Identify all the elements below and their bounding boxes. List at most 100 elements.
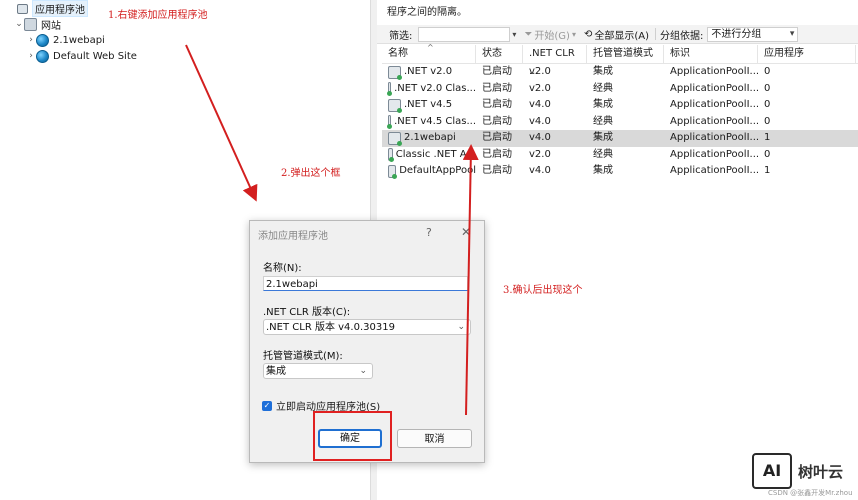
filter-dropdown-icon[interactable]: ▾ — [512, 30, 516, 39]
funnel-icon: ⏷ — [524, 28, 533, 40]
table-row[interactable]: Classic .NET A... 已启动 v2.0 经典 ApplicationPoo… — [382, 147, 858, 164]
show-all-icon: ⟲ — [583, 28, 593, 40]
app-pool-icon — [387, 115, 393, 130]
cell-text: DefaultAppPool — [399, 165, 476, 176]
tree-item-app-pools[interactable]: 应用程序池 — [16, 0, 88, 17]
table-row[interactable]: .NET v4.5 已启动 v4.0 集成 ApplicationPoolI... 0 — [382, 97, 858, 114]
cell-text: 1 — [764, 165, 771, 176]
cell-status: 已启动 — [476, 81, 523, 98]
tree-item-default-web-site[interactable]: › Default Web Site — [26, 48, 137, 64]
cell-text: v4.0 — [529, 132, 551, 143]
globe-icon — [36, 33, 49, 47]
app-pool-icon — [388, 164, 398, 179]
cell-text: 已启动 — [482, 99, 512, 110]
pipeline-mode-select[interactable]: 集成 ⌄ — [263, 363, 373, 379]
cell-identity: ApplicationPoolI... — [664, 81, 758, 98]
close-icon[interactable]: ✕ — [461, 225, 471, 239]
cell-status: 已启动 — [476, 114, 523, 131]
table-header: ^ 名称 状态 .NET CLR ... 托管管道模式 标识 应用程序 — [382, 43, 858, 77]
cell-apps: 0 — [758, 81, 856, 98]
cell-text: ApplicationPoolI... — [670, 115, 758, 127]
sort-caret-icon: ^ — [427, 43, 434, 52]
cell-clr: v2.0 — [523, 81, 587, 98]
cell-text: v2.0 — [529, 82, 551, 94]
column-header-pipeline[interactable]: 托管管道模式 — [587, 45, 664, 63]
start-filter-button[interactable]: ⏷ 开始(G) ▾ — [524, 27, 576, 42]
app-pool-icon — [388, 131, 402, 146]
name-input[interactable]: 2.1webapi — [263, 276, 468, 291]
cell-name: .NET v4.5 Clas... — [382, 114, 476, 131]
tree-item-site-2-1webapi[interactable]: › 2.1webapi — [26, 32, 105, 48]
cell-text: 集成 — [593, 66, 613, 77]
group-by-label: 分组依据: — [660, 30, 704, 42]
chevron-down-icon: ⌄ — [359, 366, 367, 376]
cell-text: .NET v2.0 Clas... — [394, 82, 476, 94]
table-row[interactable]: .NET v2.0 Clas... 已启动 v2.0 经典 ApplicationPoo… — [382, 81, 858, 98]
checkmark-icon: ✓ — [262, 400, 272, 411]
cell-identity: ApplicationPoolI... — [664, 147, 758, 164]
annotation-step1: 1.右键添加应用程序池 — [108, 10, 208, 21]
column-header-clr[interactable]: .NET CLR ... — [523, 45, 587, 77]
tree-item-label: 应用程序池 — [32, 0, 88, 17]
cell-clr: v4.0 — [523, 97, 587, 114]
column-header-status[interactable]: 状态 — [476, 45, 523, 63]
table-row[interactable]: .NET v2.0 已启动 v2.0 集成 ApplicationPoolI... 0 — [382, 64, 858, 81]
group-by-select[interactable]: 不进行分组 — [707, 26, 799, 42]
table-row[interactable]: .NET v4.5 Clas... 已启动 v4.0 经典 ApplicationPoo… — [382, 114, 858, 131]
cell-clr: v2.0 — [523, 147, 587, 164]
chevron-right-icon[interactable]: › — [26, 51, 36, 61]
cell-text: v4.0 — [529, 115, 551, 127]
cell-mode: 集成 — [587, 97, 664, 114]
cell-clr: v4.0 — [523, 114, 587, 131]
column-header-name[interactable]: ^ 名称 — [382, 43, 476, 63]
cell-text: 已启动 — [482, 115, 512, 127]
cell-text: 1 — [764, 132, 771, 143]
globe-icon — [36, 49, 49, 63]
sites-icon — [24, 17, 37, 31]
cell-apps: 0 — [758, 64, 856, 81]
cell-text: ApplicationPoolI... — [670, 132, 758, 143]
column-header-identity[interactable]: 标识 — [664, 45, 758, 63]
watermark-credit: CSDN @张鑫开发Mr.zhou — [768, 489, 853, 497]
tree-item-label: 网站 — [41, 20, 61, 32]
name-label: 名称(N): — [263, 263, 302, 274]
tree-item-label: 2.1webapi — [53, 34, 105, 46]
cell-text: v4.0 — [529, 165, 551, 176]
chevron-right-icon[interactable]: › — [26, 35, 36, 45]
cell-text: .NET v2.0 — [404, 66, 453, 77]
clr-version-select[interactable]: .NET CLR 版本 v4.0.30319 ⌄ — [263, 319, 471, 335]
table-row[interactable]: 2.1webapi 已启动 v4.0 集成 ApplicationPoolI... 1 — [382, 130, 858, 147]
cell-clr: v4.0 — [523, 130, 587, 147]
cell-mode: 经典 — [587, 147, 664, 164]
cell-text: ApplicationPoolI... — [670, 99, 758, 110]
clr-version-value: .NET CLR 版本 v4.0.30319 — [266, 322, 395, 333]
help-icon[interactable]: ? — [426, 226, 432, 239]
cell-identity: ApplicationPoolI... — [664, 64, 758, 81]
pipeline-mode-value: 集成 — [266, 366, 286, 377]
cell-status: 已启动 — [476, 163, 523, 180]
cell-text: 0 — [764, 82, 771, 94]
ok-highlight-box — [313, 411, 392, 461]
show-all-button[interactable]: ⟲ 全部显示(A) — [584, 27, 649, 42]
chevron-down-icon[interactable]: ⌄ — [14, 19, 24, 29]
cell-apps: 0 — [758, 97, 856, 114]
cell-text: 集成 — [593, 132, 613, 143]
brand-logo: AI — [752, 453, 792, 489]
tree-item-sites[interactable]: ⌄ 网站 — [14, 16, 61, 32]
app-pool-icon — [388, 98, 402, 113]
cell-identity: ApplicationPoolI... — [664, 114, 758, 131]
cell-name: .NET v2.0 — [382, 64, 476, 81]
cell-text: ApplicationPoolI... — [670, 82, 758, 94]
cancel-button[interactable]: 取消 — [397, 429, 472, 448]
cell-text: 已启动 — [482, 82, 512, 94]
cell-text: v2.0 — [529, 148, 551, 160]
cell-apps: 1 — [758, 163, 856, 180]
cell-identity: ApplicationPoolI... — [664, 130, 758, 147]
column-header-apps[interactable]: 应用程序 — [758, 45, 856, 63]
app-pool-icon — [387, 82, 393, 97]
cell-status: 已启动 — [476, 97, 523, 114]
cell-text: ApplicationPoolI... — [670, 148, 758, 160]
table-row[interactable]: DefaultAppPool 已启动 v4.0 集成 ApplicationPoolI.… — [382, 163, 858, 180]
cell-text: 已启动 — [482, 66, 512, 77]
cell-text: .NET v4.5 — [404, 99, 453, 110]
